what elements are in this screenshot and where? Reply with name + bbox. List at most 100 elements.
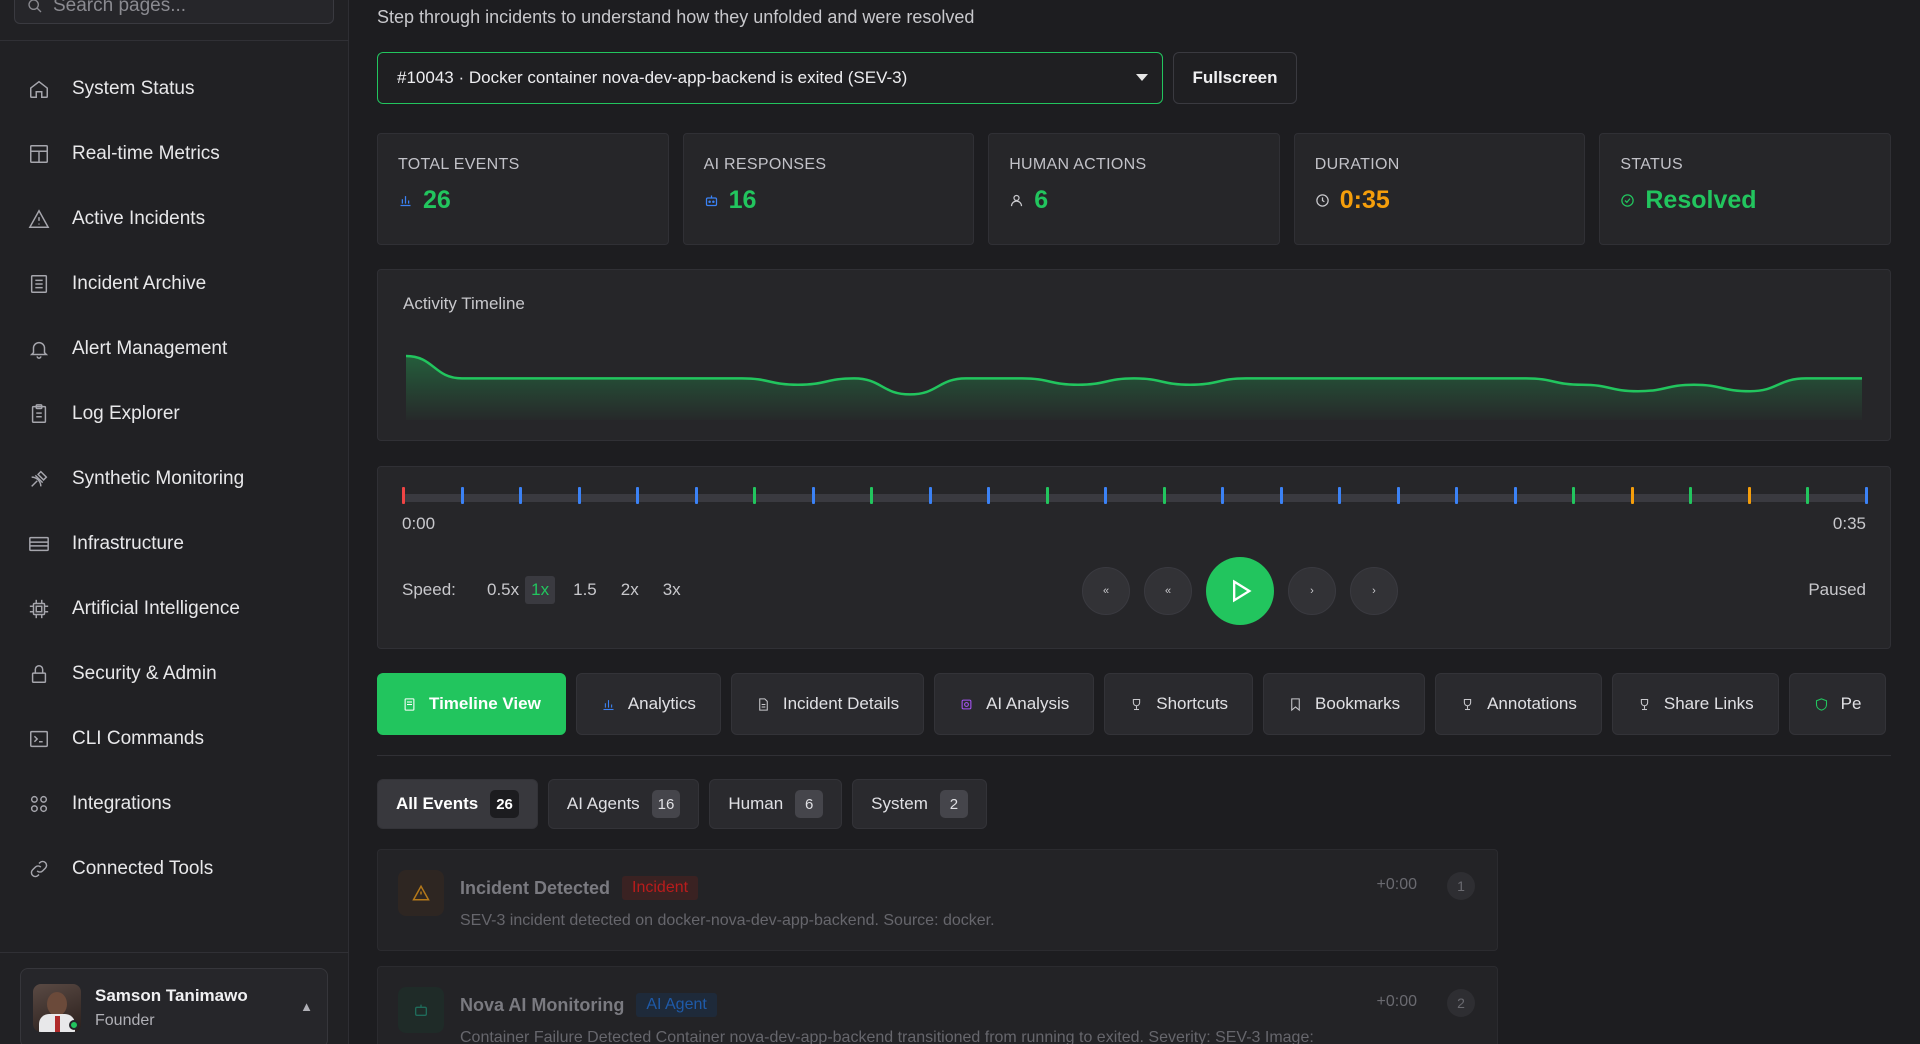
sidebar-item-artificial-intelligence[interactable]: Artificial Intelligence: [0, 576, 349, 641]
sidebar-item-security-admin[interactable]: Security & Admin: [0, 641, 349, 706]
timeline-scrubber[interactable]: [402, 487, 1868, 504]
timeline-event-marker[interactable]: [577, 487, 581, 504]
timeline-event-marker[interactable]: [1279, 487, 1283, 504]
timeline-event-marker[interactable]: [811, 487, 815, 504]
timeline-event-marker[interactable]: [753, 487, 757, 504]
rewind-icon: «: [1102, 585, 1110, 597]
step-back-button[interactable]: «: [1144, 567, 1192, 615]
page-subtitle: Step through incidents to understand how…: [377, 7, 975, 27]
user-menu[interactable]: Samson Tanimawo Founder ▲: [20, 968, 328, 1044]
tab-annotations[interactable]: Annotations: [1435, 673, 1602, 735]
event-item[interactable]: Nova AI Monitoring AI Agent Container Fa…: [377, 966, 1498, 1044]
sidebar-item-active-incidents[interactable]: Active Incidents: [0, 186, 349, 251]
tab-timeline-view[interactable]: Timeline View: [377, 673, 566, 735]
tab-label: Shortcuts: [1156, 694, 1229, 713]
time-end: 0:35: [1832, 514, 1866, 533]
stat-value: 6: [1034, 186, 1049, 214]
speed-option[interactable]: 0.5x: [481, 576, 525, 604]
timeline-event-marker[interactable]: [460, 487, 464, 504]
timeline-event-marker[interactable]: [1806, 487, 1810, 504]
skip-to-end-button[interactable]: ›: [1350, 567, 1398, 615]
timeline-event-marker[interactable]: [519, 487, 523, 504]
user-icon: [1011, 194, 1023, 207]
timeline-event-marker[interactable]: [928, 487, 932, 504]
step-forward-button[interactable]: ›: [1288, 567, 1336, 615]
sidebar-item-log-explorer[interactable]: Log Explorer: [0, 381, 349, 446]
timeline-event-marker[interactable]: [1221, 487, 1225, 504]
speed-option-active[interactable]: 1x: [525, 576, 556, 604]
filter-human[interactable]: Human 6: [709, 779, 843, 829]
timeline-event-marker[interactable]: [1338, 487, 1342, 504]
tab-permissions[interactable]: Pe: [1788, 673, 1887, 735]
sidebar-item-alert-management[interactable]: Alert Management: [0, 316, 349, 381]
sidebar-item-incident-archive[interactable]: Incident Archive: [0, 251, 349, 316]
tab-incident-details[interactable]: Incident Details: [730, 673, 925, 735]
incident-select[interactable]: #10043 · Docker container nova-dev-app-b…: [377, 52, 1163, 104]
fast-forward-icon: ›: [1372, 585, 1376, 597]
tab-analytics[interactable]: Analytics: [575, 673, 721, 735]
sidebar-item-realtime-metrics[interactable]: Real-time Metrics: [0, 121, 349, 186]
tab-ai-analysis[interactable]: AI Analysis: [934, 673, 1095, 735]
timeline-event-marker[interactable]: [987, 487, 991, 504]
speed-option[interactable]: 1.5: [567, 576, 603, 604]
event-time: +0:00: [1376, 993, 1417, 1010]
count-badge: 2: [939, 790, 968, 818]
filter-all-events[interactable]: All Events 26: [377, 779, 538, 829]
caret-up-icon[interactable]: ▲: [300, 999, 313, 1014]
clock-icon: [1316, 194, 1329, 207]
timeline-event-marker[interactable]: [1747, 487, 1751, 504]
search-box[interactable]: Search pages...: [14, 0, 334, 24]
avatar: [33, 984, 81, 1032]
tab-shortcuts[interactable]: Shortcuts: [1104, 673, 1254, 735]
link-icon: [30, 860, 48, 877]
timeline-event-marker[interactable]: [1630, 487, 1634, 504]
timeline-event-marker[interactable]: [1513, 487, 1517, 504]
incident-select-value: #10043 · Docker container nova-dev-app-b…: [397, 68, 908, 87]
filter-ai-agents[interactable]: AI Agents 16: [547, 779, 700, 829]
sidebar-item-label: Integrations: [72, 792, 172, 814]
timeline-event-marker[interactable]: [694, 487, 698, 504]
tab-bookmarks[interactable]: Bookmarks: [1263, 673, 1426, 735]
timeline-event-marker[interactable]: [636, 487, 640, 504]
stat-value: 16: [728, 186, 757, 214]
timeline-event-marker[interactable]: [1865, 487, 1868, 504]
tab-share-links[interactable]: Share Links: [1611, 673, 1779, 735]
timeline-event-marker[interactable]: [1572, 487, 1576, 504]
event-item[interactable]: Incident Detected Incident SEV-3 inciden…: [377, 849, 1498, 951]
play-icon: [1233, 579, 1252, 603]
fullscreen-button[interactable]: Fullscreen: [1173, 52, 1297, 104]
timeline-event-marker[interactable]: [1455, 487, 1459, 504]
timeline-event-marker[interactable]: [870, 487, 874, 504]
warning-icon: [412, 884, 430, 901]
sidebar-item-connected-tools[interactable]: Connected Tools: [0, 836, 349, 901]
stat-total-events: TOTAL EVENTS 26: [377, 133, 669, 245]
timeline-event-marker[interactable]: [1396, 487, 1400, 504]
count-badge: 16: [651, 790, 681, 818]
filter-system[interactable]: System 2: [852, 779, 987, 829]
stat-label: AI RESPONSES: [703, 156, 827, 173]
timeline-event-marker[interactable]: [402, 487, 405, 504]
event-time: +0:00: [1376, 876, 1417, 893]
tab-label: Annotations: [1487, 694, 1577, 713]
timeline-event-marker[interactable]: [1162, 487, 1166, 504]
sidebar-item-integrations[interactable]: Integrations: [0, 771, 349, 836]
timeline-event-marker[interactable]: [1045, 487, 1049, 504]
tab-label: Analytics: [627, 694, 696, 713]
event-title: Incident Detected: [460, 877, 611, 898]
skip-to-start-button[interactable]: «: [1082, 567, 1130, 615]
sidebar-item-label: CLI Commands: [72, 727, 204, 749]
sidebar-item-system-status[interactable]: System Status: [0, 56, 349, 121]
play-button[interactable]: [1206, 557, 1274, 625]
user-role: Founder: [95, 1012, 155, 1029]
count-badge: 26: [490, 790, 519, 818]
sidebar-item-synthetic-monitoring[interactable]: Synthetic Monitoring: [0, 446, 349, 511]
speed-option[interactable]: 3x: [657, 576, 687, 604]
filter-label: AI Agents: [566, 794, 640, 813]
timeline-event-marker[interactable]: [1104, 487, 1108, 504]
sidebar-item-label: Incident Archive: [72, 272, 207, 294]
sidebar-item-label: Alert Management: [72, 337, 228, 359]
speed-option[interactable]: 2x: [615, 576, 645, 604]
sidebar-item-cli-commands[interactable]: CLI Commands: [0, 706, 349, 771]
timeline-event-marker[interactable]: [1689, 487, 1693, 504]
sidebar-item-infrastructure[interactable]: Infrastructure: [0, 511, 349, 576]
